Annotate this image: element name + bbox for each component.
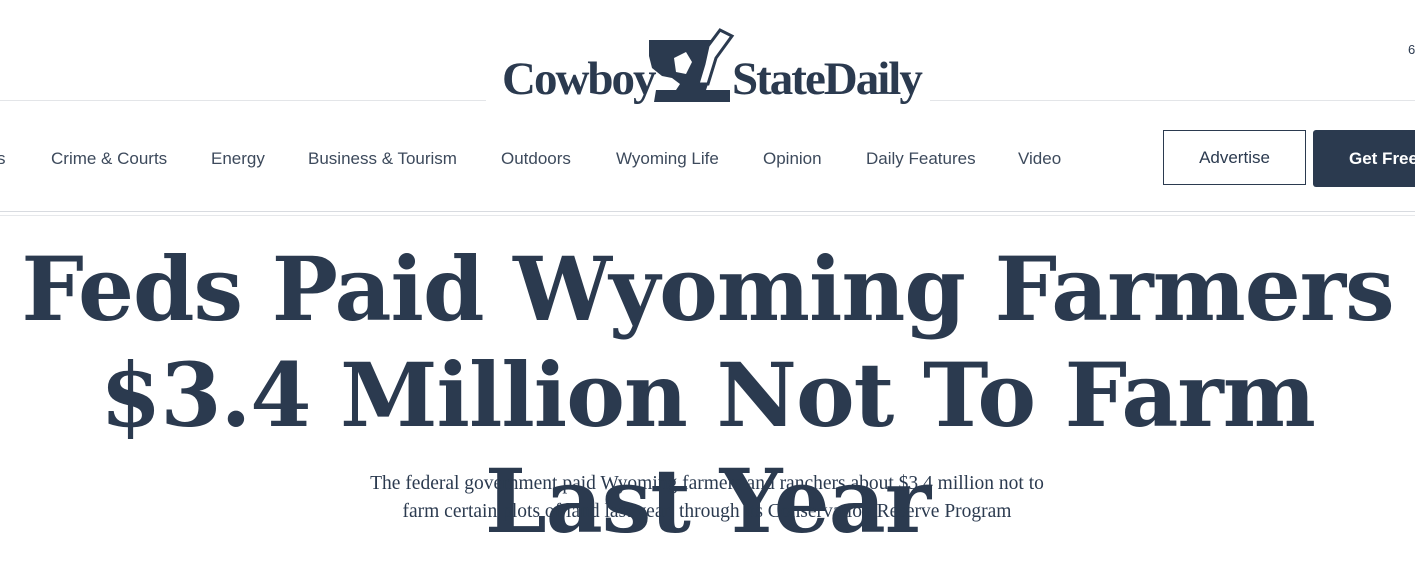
nav-item-partial[interactable]: s [0,149,6,169]
nav-divider-bottom [0,215,1415,216]
nav-item-daily-features[interactable]: Daily Features [866,149,976,169]
nav-item-crime-courts[interactable]: Crime & Courts [51,149,167,169]
nav-divider-top [0,211,1415,212]
wyoming-state-bucking-horse-icon [649,28,735,102]
nav-item-opinion[interactable]: Opinion [763,149,822,169]
header-corner-text: 6 [1408,42,1415,57]
nav-item-video[interactable]: Video [1018,149,1061,169]
logo-text-statedaily: StateDaily [732,53,923,105]
nav-item-energy[interactable]: Energy [211,149,265,169]
article-dek: The federal government paid Wyoming farm… [370,473,1044,522]
nav-item-wyoming-life[interactable]: Wyoming Life [616,149,719,169]
nav-item-outdoors[interactable]: Outdoors [501,149,571,169]
advertise-button[interactable]: Advertise [1163,130,1306,185]
logo-text-cowboy: Cowboy [502,53,657,105]
nav-item-business-tourism[interactable]: Business & Tourism [308,149,457,169]
get-free-button[interactable]: Get Free [1313,130,1415,187]
site-logo[interactable]: Cowboy StateDaily [486,26,930,112]
